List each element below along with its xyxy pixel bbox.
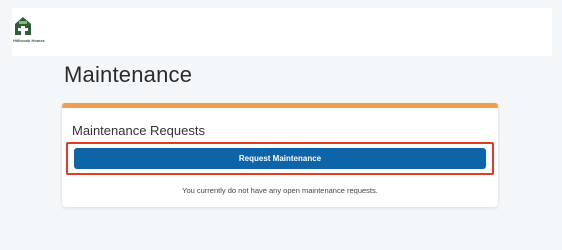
company-logo[interactable]: Hillbrook Homes xyxy=(13,15,45,49)
button-highlight-box: Request Maintenance xyxy=(66,142,494,175)
logo-text: Hillbrook Homes xyxy=(13,38,45,43)
app-frame: Hillbrook Homes Maintenance Maintenance … xyxy=(0,0,562,250)
page-title: Maintenance xyxy=(64,62,193,87)
top-header-bar xyxy=(12,8,552,56)
maintenance-requests-card: Maintenance Requests Request Maintenance… xyxy=(62,103,498,207)
request-maintenance-button[interactable]: Request Maintenance xyxy=(74,148,486,169)
card-title: Maintenance Requests xyxy=(72,123,205,138)
empty-state-message: You currently do not have any open maint… xyxy=(182,186,378,195)
house-logo-icon xyxy=(15,17,31,35)
